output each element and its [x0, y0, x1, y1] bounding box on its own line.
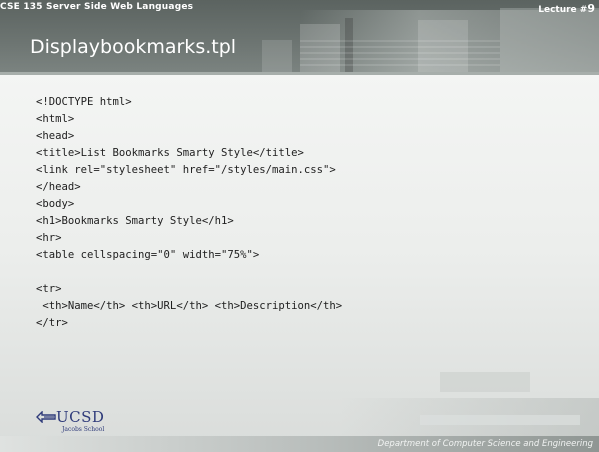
logo-subtext: Jacobs School: [62, 426, 105, 433]
ucsd-trident-logo-icon: [36, 411, 56, 423]
header-decoration: [262, 40, 292, 72]
code-line: <html>: [36, 113, 75, 125]
header-divider: [0, 72, 599, 75]
slide-title: Displaybookmarks.tpl: [30, 36, 237, 58]
code-line: <th>Name</th> <th>URL</th> <th>Descripti…: [36, 300, 343, 312]
footer-decoration: [420, 415, 580, 425]
code-line: <hr>: [36, 232, 62, 244]
code-line: <tr>: [36, 283, 62, 295]
code-block: <!DOCTYPE html> <html> <head> <title>List B…: [36, 94, 576, 332]
code-line: </head>: [36, 181, 81, 193]
code-line: <table cellspacing="0" width="75%">: [36, 249, 260, 261]
code-line: <!DOCTYPE html>: [36, 96, 132, 108]
code-line: <link rel="stylesheet" href="/styles/mai…: [36, 164, 336, 176]
code-line: <head>: [36, 130, 75, 142]
ucsd-logo: UCSD Jacobs School: [36, 408, 146, 440]
code-line: <title>List Bookmarks Smarty Style</titl…: [36, 147, 304, 159]
lecture-label-text: Lecture #: [538, 5, 588, 15]
header-decoration: [300, 36, 500, 66]
code-line: </tr>: [36, 317, 68, 329]
code-line: <body>: [36, 198, 75, 210]
footer-decoration: [440, 372, 530, 392]
code-line: <h1>Bookmarks Smarty Style</h1>: [36, 215, 234, 227]
header-band: CSE 135 Server Side Web Languages Lectur…: [0, 0, 599, 72]
logo-text: UCSD: [56, 408, 105, 426]
lecture-number: 9: [587, 2, 595, 15]
header-decoration: [500, 8, 599, 72]
department-label: Department of Computer Science and Engin…: [377, 439, 593, 449]
lecture-label: Lecture #9: [538, 2, 595, 16]
slide: CSE 135 Server Side Web Languages Lectur…: [0, 0, 599, 452]
course-label: CSE 135 Server Side Web Languages: [0, 2, 194, 12]
